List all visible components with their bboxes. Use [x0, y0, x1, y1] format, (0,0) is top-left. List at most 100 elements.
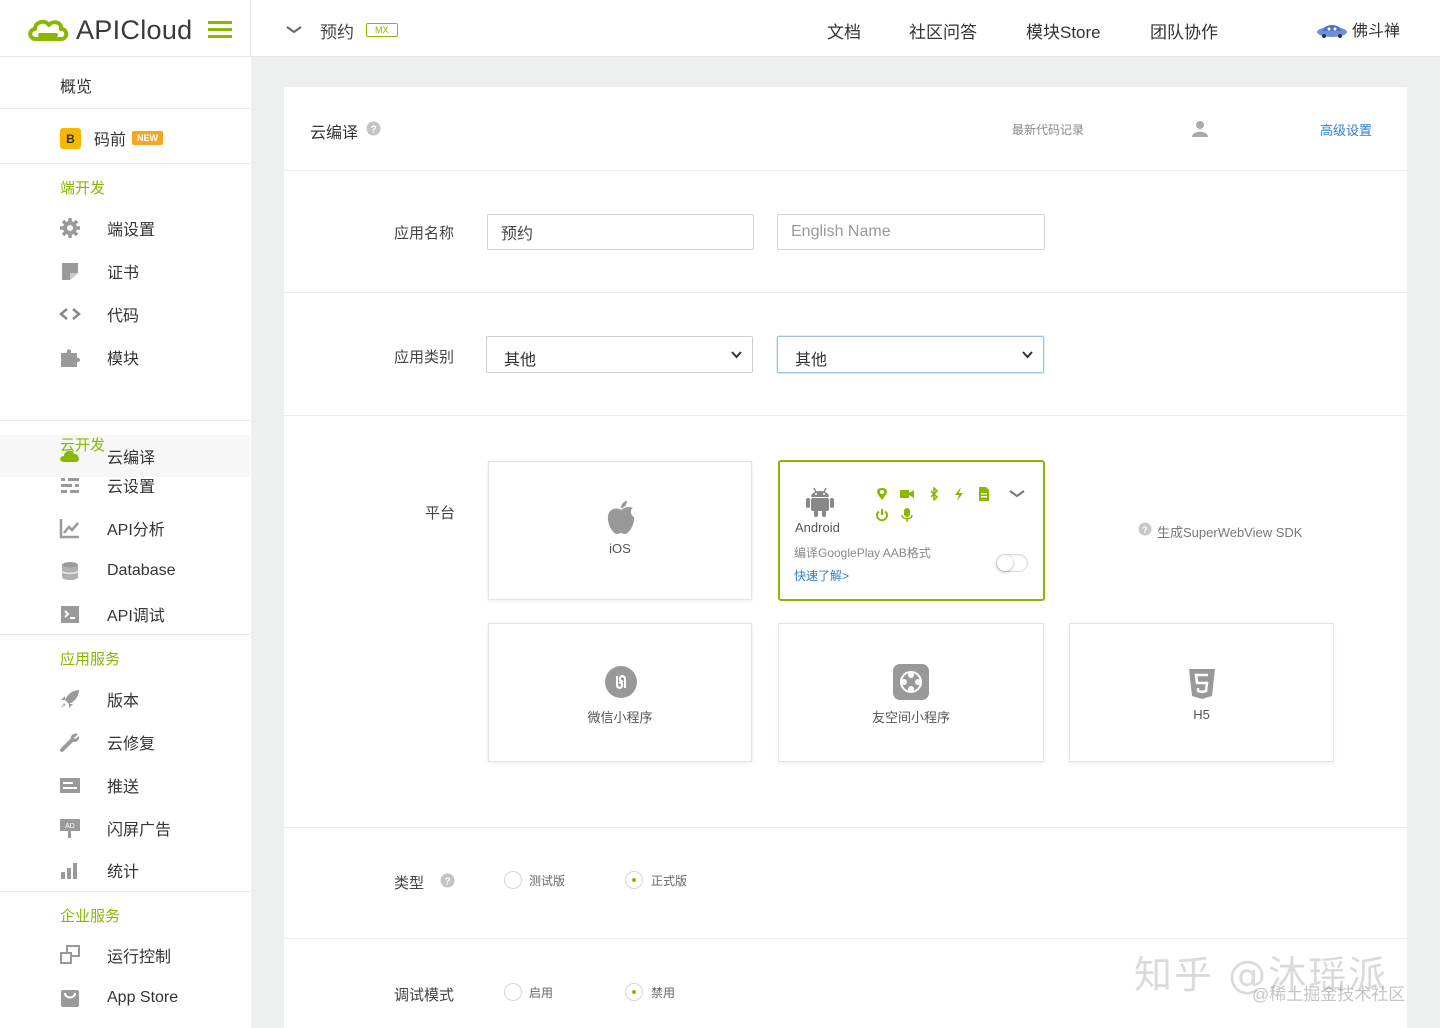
chevron-down-icon [731, 351, 742, 359]
nav-module-store[interactable]: 模块Store [1026, 18, 1101, 43]
sidebar-item-modules[interactable]: 模块 [0, 336, 250, 378]
sidebar-item-app-store[interactable]: App Store [0, 977, 250, 1019]
sidebar-item-runtime-control[interactable]: 运行控制 [0, 934, 250, 976]
divider [284, 827, 1407, 828]
section-title-enterprise: 企业服务 [60, 908, 121, 925]
sidebar-item-overview[interactable]: 概览 [60, 73, 92, 97]
user-menu[interactable]: 佛斗禅 [1316, 17, 1400, 41]
platform-card-ios[interactable]: iOS [488, 461, 752, 600]
maqian-icon: B [60, 127, 81, 149]
radio-test-version[interactable] [504, 871, 522, 889]
watermark-juejin: @稀土掘金技术社区 [1252, 985, 1406, 1004]
sidebar-item-push[interactable]: 推送 [0, 764, 250, 806]
sidebar-item-splash-ad[interactable]: AD 闪屏广告 [0, 807, 250, 849]
platform-label-android: Android [795, 520, 840, 535]
puzzle-icon [61, 349, 80, 367]
aab-toggle[interactable] [996, 554, 1028, 572]
debug-mode-label: 调试模式 [394, 987, 455, 1004]
sidebar-item-cloud-settings[interactable]: 云设置 [0, 464, 250, 506]
nav-community[interactable]: 社区问答 [909, 18, 977, 43]
svg-text:?: ? [370, 125, 376, 136]
sidebar-item-label: 模块 [107, 351, 140, 368]
sidebar-item-api-debug[interactable]: API调试 [0, 593, 250, 635]
sidebar-item-label: 码前 [94, 132, 127, 149]
divider [0, 634, 250, 635]
radio-release-version[interactable] [625, 871, 643, 889]
platform-card-h5[interactable]: H5 [1069, 623, 1334, 762]
app-name-label: 应用名称 [394, 225, 455, 242]
android-icon [806, 487, 834, 517]
radio-label-release[interactable]: 正式版 [651, 872, 687, 889]
latest-code-link[interactable]: 最新代码记录 [1012, 121, 1084, 138]
chevron-down-icon [1022, 351, 1033, 359]
app-switcher[interactable]: 预约 MX [286, 18, 398, 42]
app-name: 预约 [320, 22, 354, 42]
radio-debug-disable[interactable] [625, 983, 643, 1001]
apple-icon [607, 501, 635, 534]
select-value: 其他 [504, 352, 537, 369]
superwebview-sdk-link[interactable]: 生成SuperWebView SDK [1157, 522, 1302, 541]
sidebar-item-database[interactable]: Database [0, 550, 250, 592]
flash-icon [955, 487, 963, 501]
cloud-logo-icon [28, 19, 69, 41]
sidebar-item-api-analysis[interactable]: API分析 [0, 507, 250, 549]
advanced-settings-link[interactable]: 高级设置 [1320, 120, 1372, 139]
radio-label-enable[interactable]: 启用 [529, 984, 553, 1001]
apicloud-logo[interactable]: APICloud [26, 14, 192, 46]
divider [0, 891, 250, 892]
platform-card-youkongjian[interactable]: 友空间小程序 [778, 623, 1044, 762]
app-name-input[interactable] [487, 214, 754, 250]
debug-icon [61, 606, 79, 623]
sidebar-item-client-settings[interactable]: 端设置 [0, 207, 250, 249]
sidebar-item-label: API分析 [107, 522, 165, 539]
platform-card-android[interactable]: Android 编译GooglePlay AAB格式 快速了解> [778, 460, 1045, 601]
sidebar-item-label: Database [107, 562, 176, 579]
help-icon[interactable]: ? [366, 121, 381, 136]
chart-icon [59, 519, 79, 539]
sidebar-item-label: 云设置 [107, 479, 156, 496]
divider [284, 170, 1407, 171]
type-label: 类型 [394, 875, 425, 892]
sidebar-item-cloud-fix[interactable]: 云修复 [0, 721, 250, 763]
location-icon [877, 488, 887, 500]
push-icon [60, 778, 80, 793]
sidebar-item-label: 云修复 [107, 736, 156, 753]
expand-chevron-icon[interactable] [1008, 487, 1026, 501]
radio-debug-enable[interactable] [504, 983, 522, 1001]
english-name-input[interactable] [777, 214, 1045, 250]
sidebar-item-label: App Store [107, 989, 179, 1006]
bar-chart-icon [61, 863, 77, 879]
svg-text:?: ? [444, 877, 450, 888]
person-icon[interactable] [1191, 120, 1209, 137]
svg-text:AD: AD [65, 823, 75, 830]
sidebar: 概览 B 码前 NEW 端开发 端设置 证书 代码 模块 云编译 云开发 云设置… [0, 57, 250, 1028]
platform-card-wechat-miniprogram[interactable]: 微信小程序 [488, 623, 752, 762]
radio-label-test[interactable]: 测试版 [529, 872, 565, 889]
sidebar-item-label: 闪屏广告 [107, 822, 172, 839]
new-badge: NEW [132, 131, 164, 145]
category-primary-select[interactable]: 其他 [486, 336, 753, 373]
sidebar-item-code[interactable]: 代码 [0, 293, 250, 335]
sidebar-item-statistics[interactable]: 统计 [0, 849, 250, 891]
gear-icon [60, 218, 80, 238]
platform-label-youkongjian: 友空间小程序 [871, 710, 950, 725]
top-bar: APICloud 预约 MX 文档 社区问答 模块Store 团队协作 佛斗禅 [0, 0, 1440, 57]
nav-team[interactable]: 团队协作 [1150, 18, 1218, 43]
radio-label-disable[interactable]: 禁用 [651, 984, 675, 1001]
nav-docs[interactable]: 文档 [827, 18, 861, 43]
ad-icon: AD [60, 819, 80, 838]
category-secondary-select[interactable]: 其他 [777, 336, 1044, 373]
sidebar-item-version[interactable]: 版本 [0, 678, 250, 720]
divider [284, 415, 1407, 416]
help-icon[interactable]: ? [440, 873, 455, 888]
learn-more-link[interactable]: 快速了解> [794, 567, 849, 584]
sidebar-item-label: 统计 [107, 864, 140, 881]
section-title-client-dev: 端开发 [60, 180, 106, 197]
avatar [1317, 25, 1347, 38]
sidebar-item-certificate[interactable]: 证书 [0, 250, 250, 292]
sidebar-item-maqian[interactable]: B 码前 NEW [60, 127, 164, 149]
menu-toggle-icon[interactable] [208, 20, 234, 40]
database-icon [61, 562, 79, 580]
aab-format-label: 编译GooglePlay AAB格式 [794, 546, 931, 560]
user-name: 佛斗禅 [1352, 23, 1401, 40]
